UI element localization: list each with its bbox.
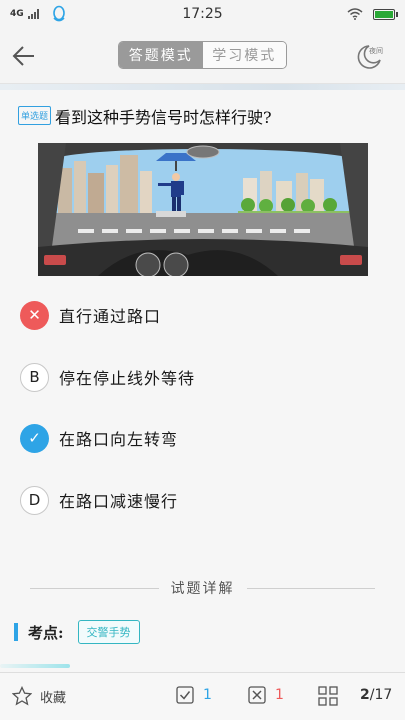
tab-study-mode[interactable]: 学习模式 bbox=[202, 42, 286, 68]
option-d-text: 在路口减速慢行 bbox=[59, 492, 179, 511]
header-decoration bbox=[0, 84, 405, 90]
mode-switch: 答题模式 学习模式 bbox=[118, 41, 287, 69]
key-point-label: 考点: bbox=[28, 623, 64, 642]
question-text: 看到这种手势信号时怎样行驶? bbox=[55, 108, 272, 127]
key-point-tag[interactable]: 交警手势 bbox=[77, 620, 140, 644]
correct-count-button[interactable]: 1 bbox=[176, 686, 212, 704]
battery-icon bbox=[373, 8, 398, 20]
option-a-wrong-marker: ✕ bbox=[20, 300, 49, 330]
night-mode-label[interactable]: 夜间 bbox=[369, 46, 383, 56]
option-b-letter: B bbox=[20, 362, 49, 392]
option-c[interactable]: ✓ 在路口向左转弯 bbox=[20, 422, 380, 454]
page-indicator[interactable]: 2/17 bbox=[360, 687, 392, 703]
check-box-icon bbox=[176, 686, 194, 704]
explanation-divider: 试题详解 bbox=[30, 578, 375, 598]
x-box-icon bbox=[248, 686, 266, 704]
page-total: /17 bbox=[369, 687, 393, 703]
correct-count: 1 bbox=[203, 687, 212, 703]
question-image bbox=[38, 143, 368, 276]
scroll-glow bbox=[0, 664, 70, 668]
favorite-label: 收藏 bbox=[40, 690, 67, 706]
app-header: 答题模式 学习模式 夜间 bbox=[0, 28, 405, 84]
question-grid-icon[interactable] bbox=[318, 686, 338, 706]
key-point-accent-bar bbox=[14, 623, 18, 641]
option-d[interactable]: D 在路口减速慢行 bbox=[20, 484, 380, 516]
divider-line-right bbox=[246, 587, 375, 589]
option-c-correct-marker: ✓ bbox=[20, 423, 49, 453]
back-arrow-icon[interactable] bbox=[10, 42, 38, 70]
option-d-letter: D bbox=[20, 485, 49, 515]
clock: 17:25 bbox=[182, 6, 223, 22]
bottom-toolbar: 收藏 1 1 2/17 bbox=[0, 672, 405, 720]
wrong-count-button[interactable]: 1 bbox=[248, 686, 284, 704]
divider-line-left bbox=[30, 587, 159, 589]
question-type-badge: 单选题 bbox=[18, 106, 52, 125]
status-bar: 4G 17:25 bbox=[0, 0, 405, 28]
option-b[interactable]: B 停在停止线外等待 bbox=[20, 361, 380, 393]
wifi-icon bbox=[347, 8, 363, 20]
option-a[interactable]: ✕ 直行通过路口 bbox=[20, 299, 380, 331]
option-c-text: 在路口向左转弯 bbox=[59, 430, 179, 449]
question: 单选题 看到这种手势信号时怎样行驶? bbox=[18, 104, 393, 128]
wrong-count: 1 bbox=[275, 687, 284, 703]
qq-icon bbox=[52, 5, 65, 22]
option-b-text: 停在停止线外等待 bbox=[59, 369, 196, 388]
network-type: 4G bbox=[10, 9, 24, 19]
key-point: 考点: 交警手势 bbox=[14, 620, 140, 644]
page-current: 2 bbox=[360, 687, 370, 703]
traffic-police-signal-illustration bbox=[38, 143, 368, 276]
option-a-text: 直行通过路口 bbox=[59, 307, 162, 326]
explanation-title: 试题详解 bbox=[170, 581, 235, 597]
signal-icon bbox=[27, 9, 39, 19]
star-icon bbox=[12, 686, 32, 706]
favorite-button[interactable]: 收藏 bbox=[12, 686, 66, 706]
tab-answer-mode[interactable]: 答题模式 bbox=[119, 42, 203, 68]
